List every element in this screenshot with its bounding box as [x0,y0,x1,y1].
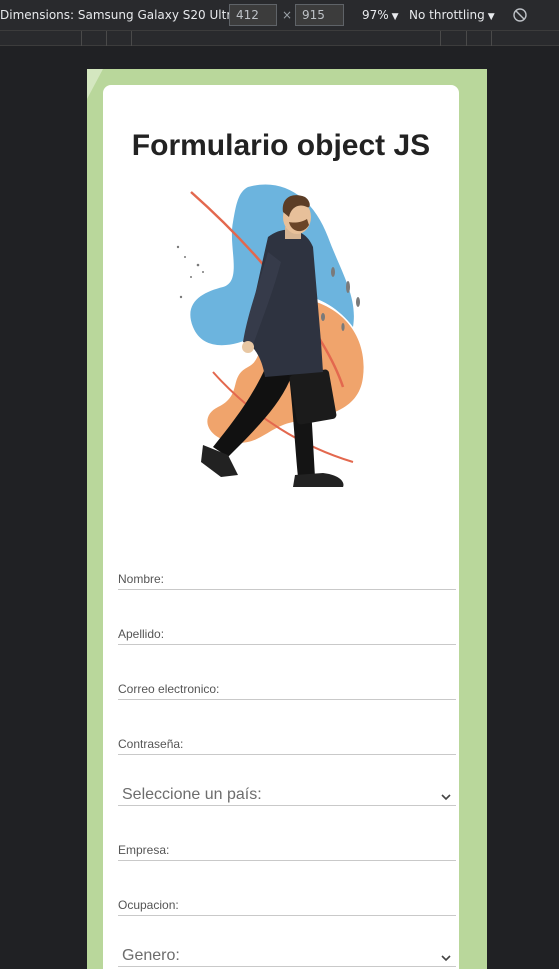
ocupacion-label: Ocupacion: [118,898,179,912]
contrasena-field[interactable]: Contraseña: [118,700,456,755]
throttle-label: No throttling [409,8,485,22]
media-query-ruler [0,31,559,46]
form-card: Formulario object JS Nombre: Apellido: C… [103,85,459,969]
device-label: Dimensions: Samsung Galaxy S20 Ultra [0,8,239,22]
chevron-down-icon [441,794,451,801]
zoom-label: 97% [362,8,389,22]
registration-form: Nombre: Apellido: Correo electronico: Co… [118,535,456,967]
height-input[interactable]: 915 [295,4,344,26]
apellido-label: Apellido: [118,627,165,641]
empresa-field[interactable]: Empresa: [118,806,456,861]
device-selector[interactable]: Dimensions: Samsung Galaxy S20 Ultra▼ [0,8,249,22]
devtools-device-toolbar: Dimensions: Samsung Galaxy S20 Ultra▼ 41… [0,0,559,31]
pais-select[interactable]: Seleccione un país: [118,755,456,806]
select-underline [118,966,456,967]
genero-select-value: Genero: [122,947,180,964]
correo-label: Correo electronico: [118,682,220,696]
walking-man-illustration [176,184,364,487]
pais-select-value: Seleccione un país: [122,786,262,803]
genero-select[interactable]: Genero: [118,916,456,967]
caret-down-icon: ▼ [391,12,399,22]
decorative-corner [87,69,103,99]
width-input[interactable]: 412 [229,4,277,26]
correo-field[interactable]: Correo electronico: [118,645,456,700]
rotate-icon[interactable] [512,7,528,23]
caret-down-icon: ▼ [487,12,495,22]
nombre-field[interactable]: Nombre: [118,535,456,590]
apellido-field[interactable]: Apellido: [118,590,456,645]
contrasena-label: Contraseña: [118,737,184,751]
chevron-down-icon [441,955,451,962]
device-viewport: Formulario object JS Nombre: Apellido: C… [87,69,487,969]
zoom-selector[interactable]: 97% ▼ [362,8,399,22]
nombre-label: Nombre: [118,572,165,586]
page-title: Formulario object JS [131,129,431,162]
dimension-separator: × [282,8,293,22]
ocupacion-field[interactable]: Ocupacion: [118,861,456,916]
empresa-label: Empresa: [118,843,170,857]
throttle-selector[interactable]: No throttling ▼ [409,8,495,22]
